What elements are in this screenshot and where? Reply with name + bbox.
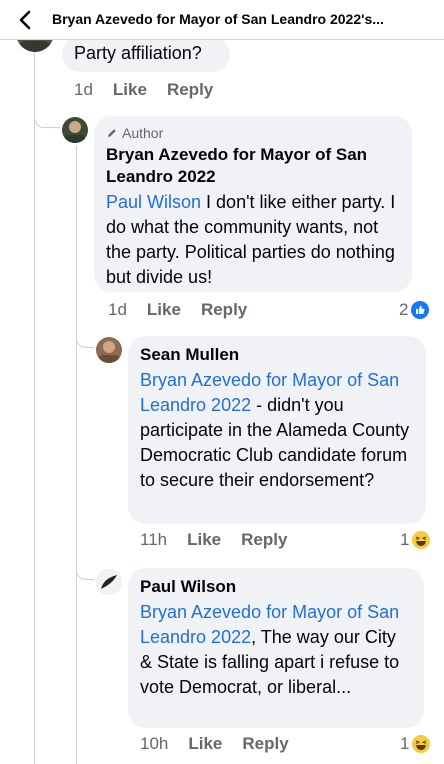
reaction-summary[interactable]: 1: [400, 530, 431, 550]
avatar[interactable]: [62, 117, 88, 143]
reaction-count: 1: [400, 734, 410, 753]
like-button[interactable]: Like: [188, 734, 222, 754]
comment-bubble[interactable]: Party affiliation?: [62, 36, 230, 72]
author-label: Author: [122, 125, 164, 141]
commenter-name[interactable]: Paul Wilson: [140, 576, 412, 598]
comment-actions: 1d Like Reply: [74, 80, 233, 100]
chevron-left-icon: [19, 10, 31, 30]
like-button[interactable]: Like: [113, 80, 147, 100]
commenter-name[interactable]: Sean Mullen: [140, 344, 414, 366]
comment-bubble[interactable]: Paul Wilson Bryan Azevedo for Mayor of S…: [128, 568, 424, 728]
avatar[interactable]: [96, 569, 122, 595]
top-bar: Bryan Azevedo for Mayor of San Leandro 2…: [0, 0, 444, 40]
avatar[interactable]: [96, 337, 122, 363]
comment-bubble[interactable]: Author Bryan Azevedo for Mayor of San Le…: [94, 116, 412, 292]
reaction-count: 2: [399, 300, 409, 319]
comment-time: 10h: [140, 734, 169, 753]
haha-icon: [412, 531, 431, 549]
thread-line: [34, 40, 35, 764]
like-button[interactable]: Like: [147, 300, 181, 320]
page-title: Bryan Azevedo for Mayor of San Leandro 2…: [52, 11, 384, 27]
thread-connector: [76, 320, 94, 348]
author-badge: Author: [106, 124, 400, 142]
haha-icon: [412, 735, 431, 753]
reaction-summary[interactable]: 2: [399, 300, 430, 320]
like-icon: [411, 301, 430, 319]
comment-text: Party affiliation?: [74, 43, 202, 63]
reaction-count: 1: [400, 530, 410, 549]
comment-time: 1d: [108, 300, 127, 319]
thread-connector: [34, 100, 60, 128]
comment-bubble[interactable]: Sean Mullen Bryan Azevedo for Mayor of S…: [128, 336, 426, 524]
comment-time: 11h: [140, 530, 168, 549]
pencil-icon: [108, 129, 116, 137]
commenter-name[interactable]: Bryan Azevedo for Mayor of San Leandro 2…: [106, 144, 400, 188]
mention-link[interactable]: Paul Wilson: [106, 192, 201, 212]
comment-actions: 11h Like Reply: [140, 530, 307, 550]
reaction-summary[interactable]: 1: [400, 734, 431, 754]
reply-button[interactable]: Reply: [241, 530, 287, 550]
comment-actions: 1d Like Reply: [108, 300, 267, 320]
reply-button[interactable]: Reply: [167, 80, 213, 100]
back-button[interactable]: [14, 8, 40, 32]
reply-button[interactable]: Reply: [201, 300, 247, 320]
reply-button[interactable]: Reply: [242, 734, 288, 754]
comment-actions: 10h Like Reply: [140, 734, 309, 754]
like-button[interactable]: Like: [187, 530, 221, 550]
comment-time: 1d: [74, 80, 93, 99]
thread-line: [76, 146, 77, 764]
thread-connector: [76, 552, 94, 580]
